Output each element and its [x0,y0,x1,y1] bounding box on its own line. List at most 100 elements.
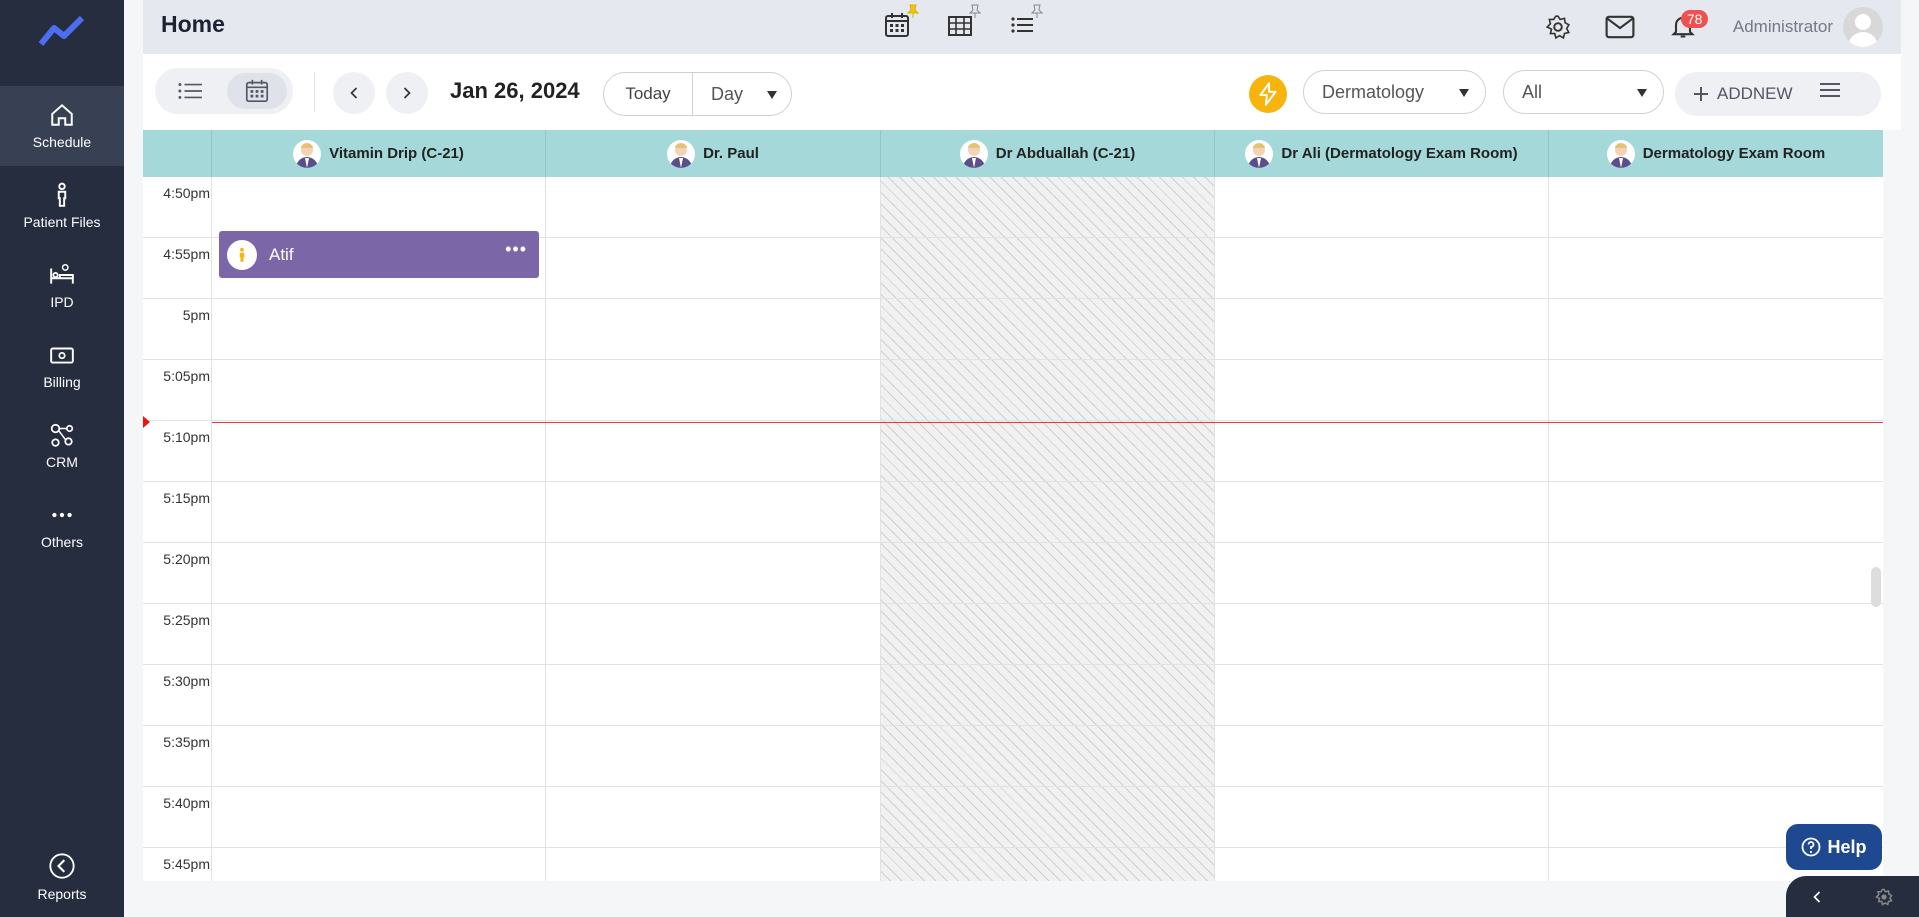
time-label: 5:35pm [163,734,210,750]
pin-icon[interactable] [907,4,919,18]
resource-name: Dermatology Exam Room [1642,145,1826,162]
current-time-line [212,422,1883,423]
column-divider [545,177,546,881]
time-slot-row[interactable]: 5pm [143,299,1883,360]
time-label: 5pm [182,307,210,323]
time-label: 5:30pm [163,673,210,689]
current-date: Jan 26, 2024 [450,78,580,103]
sidebar-item-patient-files[interactable]: Patient Files [0,166,124,246]
sidebar-item-label: IPD [50,294,74,310]
sidebar-item-label: CRM [46,454,78,470]
notification-badge: 78 [1680,10,1709,28]
calendar-icon [245,79,269,103]
sidebar-item-billing[interactable]: Billing [0,326,124,406]
gear-icon[interactable] [1545,14,1571,40]
time-slot-row[interactable]: 5:45pm [143,848,1883,881]
time-slot-row[interactable]: 5:05pm [143,360,1883,421]
sidebar-item-label: Billing [43,374,81,390]
table-view-button[interactable] [945,4,981,40]
department-select[interactable]: Dermatology [1303,70,1486,114]
appointment-more-button[interactable]: ••• [505,239,527,260]
sidebar-item-crm[interactable]: CRM [0,406,124,486]
view-select[interactable]: Day [692,72,792,116]
doctor-avatar-icon [959,139,988,168]
question-icon [1802,837,1821,857]
time-label: 5:10pm [163,429,210,445]
chevron-left-icon[interactable] [1812,890,1822,904]
pin-icon[interactable] [969,4,981,18]
sidebar-item-others[interactable]: Others [0,486,124,566]
doctor-avatar-icon [1606,139,1635,168]
view-select-value: Day [711,83,744,104]
sidebar-item-ipd[interactable]: IPD [0,246,124,326]
network-icon [50,423,74,447]
resource-name: Dr Abduallah (C-21) [995,145,1136,162]
user-name[interactable]: Administrator [1733,17,1833,37]
notifications-button[interactable]: 78 [1669,10,1709,42]
time-slot-row[interactable]: 5:15pm [143,482,1883,543]
time-label: 5:20pm [163,551,210,567]
calendar-view-button[interactable] [883,4,919,40]
mail-icon[interactable] [1605,15,1635,39]
add-new-button[interactable]: ADDNEW [1675,72,1881,116]
help-button[interactable]: Help [1786,824,1882,870]
quick-action-button[interactable] [1249,75,1287,113]
list-mode-button[interactable] [160,73,220,109]
resource-name: Dr. Paul [703,145,759,162]
plus-icon [1694,87,1708,101]
sidebar-item-reports[interactable]: Reports [0,837,124,917]
scrollbar[interactable] [1871,567,1881,607]
resource-name: Dr Ali (Dermatology Exam Room) [1281,145,1518,162]
prev-day-button[interactable] [333,72,375,114]
patient-icon [227,239,257,270]
divider [314,72,315,112]
pin-icon[interactable] [1031,4,1043,18]
current-time-marker [143,416,150,428]
time-label: 5:45pm [163,856,210,872]
time-slot-row[interactable]: 5:35pm [143,726,1883,787]
resource-column-header[interactable]: Dr. Paul [545,130,880,177]
time-slot-row[interactable]: 5:10pm [143,421,1883,482]
time-slot-row[interactable]: 5:30pm [143,665,1883,726]
view-switcher [883,4,1043,40]
more-icon [52,512,72,518]
resource-column-header[interactable]: Dr Ali (Dermatology Exam Room) [1214,130,1548,177]
calendar-mode-button[interactable] [227,73,287,109]
doctor-avatar-icon [1245,139,1274,168]
resource-name: Vitamin Drip (C-21) [329,145,464,162]
time-slot-row[interactable]: 5:20pm [143,543,1883,604]
chevron-right-icon [403,87,411,99]
caret-down-icon [767,91,777,99]
view-toggle [155,68,293,114]
bottom-toolbar [1786,876,1919,917]
logo[interactable] [0,0,124,62]
list-view-button[interactable] [1007,4,1043,40]
sidebar-item-schedule[interactable]: Schedule [0,86,124,166]
avatar[interactable] [1843,7,1883,47]
page-title: Home [161,11,225,37]
header-actions: 78 Administrator [1545,6,1883,48]
today-button[interactable]: Today [603,72,693,116]
column-divider [1214,177,1215,881]
caret-down-icon [1459,89,1469,97]
time-slot-row[interactable]: 5:40pm [143,787,1883,848]
filter-select-value: All [1522,81,1543,102]
resource-header-row: Vitamin Drip (C-21) Dr. Paul Dr Abdualla… [143,130,1883,177]
resource-column-header[interactable]: Dr Abduallah (C-21) [880,130,1214,177]
resource-column-header[interactable]: Vitamin Drip (C-21) [211,130,545,177]
gear-icon[interactable] [1874,888,1893,906]
time-slot-row[interactable]: 5:25pm [143,604,1883,665]
time-label: 5:15pm [163,490,210,506]
time-label: 5:25pm [163,612,210,628]
appointment-card[interactable]: Atif ••• [219,231,539,278]
menu-button[interactable] [1819,82,1841,103]
calendar-day-view: Vitamin Drip (C-21) Dr. Paul Dr Abdualla… [143,130,1883,881]
next-day-button[interactable] [386,72,428,114]
column-divider [211,177,212,881]
time-slot-row[interactable]: 4:50pm [143,177,1883,238]
time-label: 4:55pm [163,246,210,262]
time-label: 4:50pm [163,185,210,201]
appointment-patient-name: Atif [269,244,294,264]
filter-select[interactable]: All [1503,70,1664,114]
resource-column-header[interactable]: Dermatology Exam Room [1548,130,1883,177]
